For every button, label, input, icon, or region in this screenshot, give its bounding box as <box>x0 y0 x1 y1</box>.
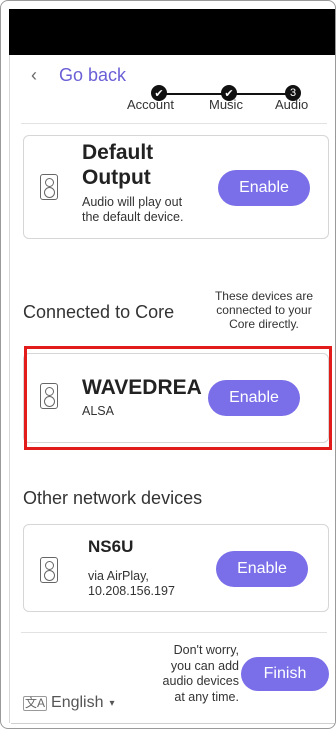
core-section-note: These devices are connected to your Core… <box>201 289 327 331</box>
speaker-icon <box>40 557 58 583</box>
note-line: you can add <box>170 658 239 673</box>
app-frame: ‹ Go back ✔ ✔ 3 Account Music Audio Defa… <box>0 0 336 729</box>
go-back-link[interactable]: Go back <box>59 65 126 86</box>
step-connector <box>231 93 291 95</box>
step-label-audio: Audio <box>275 97 309 112</box>
top-bar <box>9 9 335 55</box>
note-line: audio devices <box>162 674 239 688</box>
selection-highlight <box>24 346 332 450</box>
translate-icon: 文A <box>23 695 48 711</box>
stepper-labels: Account Music Audio <box>121 97 321 113</box>
note-line: These devices are <box>214 289 314 303</box>
subtitle-line: via AirPlay, <box>88 569 149 583</box>
chevron-left-icon: ‹ <box>31 65 37 85</box>
step-label-account: Account <box>127 97 174 112</box>
note-line: at any time. <box>174 689 239 704</box>
network-device-subtitle: via AirPlay, 10.208.156.197 <box>88 569 175 599</box>
desc-line: the default device. <box>82 210 184 224</box>
enable-network-device-button[interactable]: Enable <box>216 551 308 587</box>
core-section-title: Connected to Core <box>23 302 175 322</box>
note-line: Don't worry, <box>173 643 239 657</box>
network-device-card: NS6U via AirPlay, 10.208.156.197 Enable <box>23 524 329 612</box>
divider <box>21 123 327 124</box>
footer-note: Don't worry, you can add audio devices a… <box>139 643 239 705</box>
divider <box>21 632 327 633</box>
title-line: Output <box>82 166 151 189</box>
bottom-border <box>11 723 335 724</box>
finish-button[interactable]: Finish <box>241 657 329 691</box>
network-section-title: Other network devices <box>23 488 203 508</box>
note-line: connected to your <box>216 303 312 317</box>
step-connector <box>159 93 229 95</box>
enable-default-output-button[interactable]: Enable <box>218 170 310 206</box>
language-label: English <box>51 694 104 711</box>
desc-line: Audio will play out <box>82 195 183 209</box>
default-output-title: Default Output <box>82 140 153 190</box>
caret-down-icon: ▾ <box>109 697 115 709</box>
default-output-description: Audio will play out the default device. <box>82 195 183 225</box>
title-line: Default <box>82 141 154 164</box>
back-nav[interactable]: ‹ Go back <box>31 65 126 86</box>
default-output-card: Default Output Audio will play out the d… <box>23 135 329 239</box>
language-selector[interactable]: 文A English ▾ <box>23 694 115 712</box>
note-line: Core directly. <box>229 317 299 331</box>
network-device-name: NS6U <box>88 537 134 556</box>
subtitle-line: 10.208.156.197 <box>88 584 175 598</box>
speaker-icon <box>40 174 58 200</box>
step-label-music: Music <box>209 97 243 112</box>
